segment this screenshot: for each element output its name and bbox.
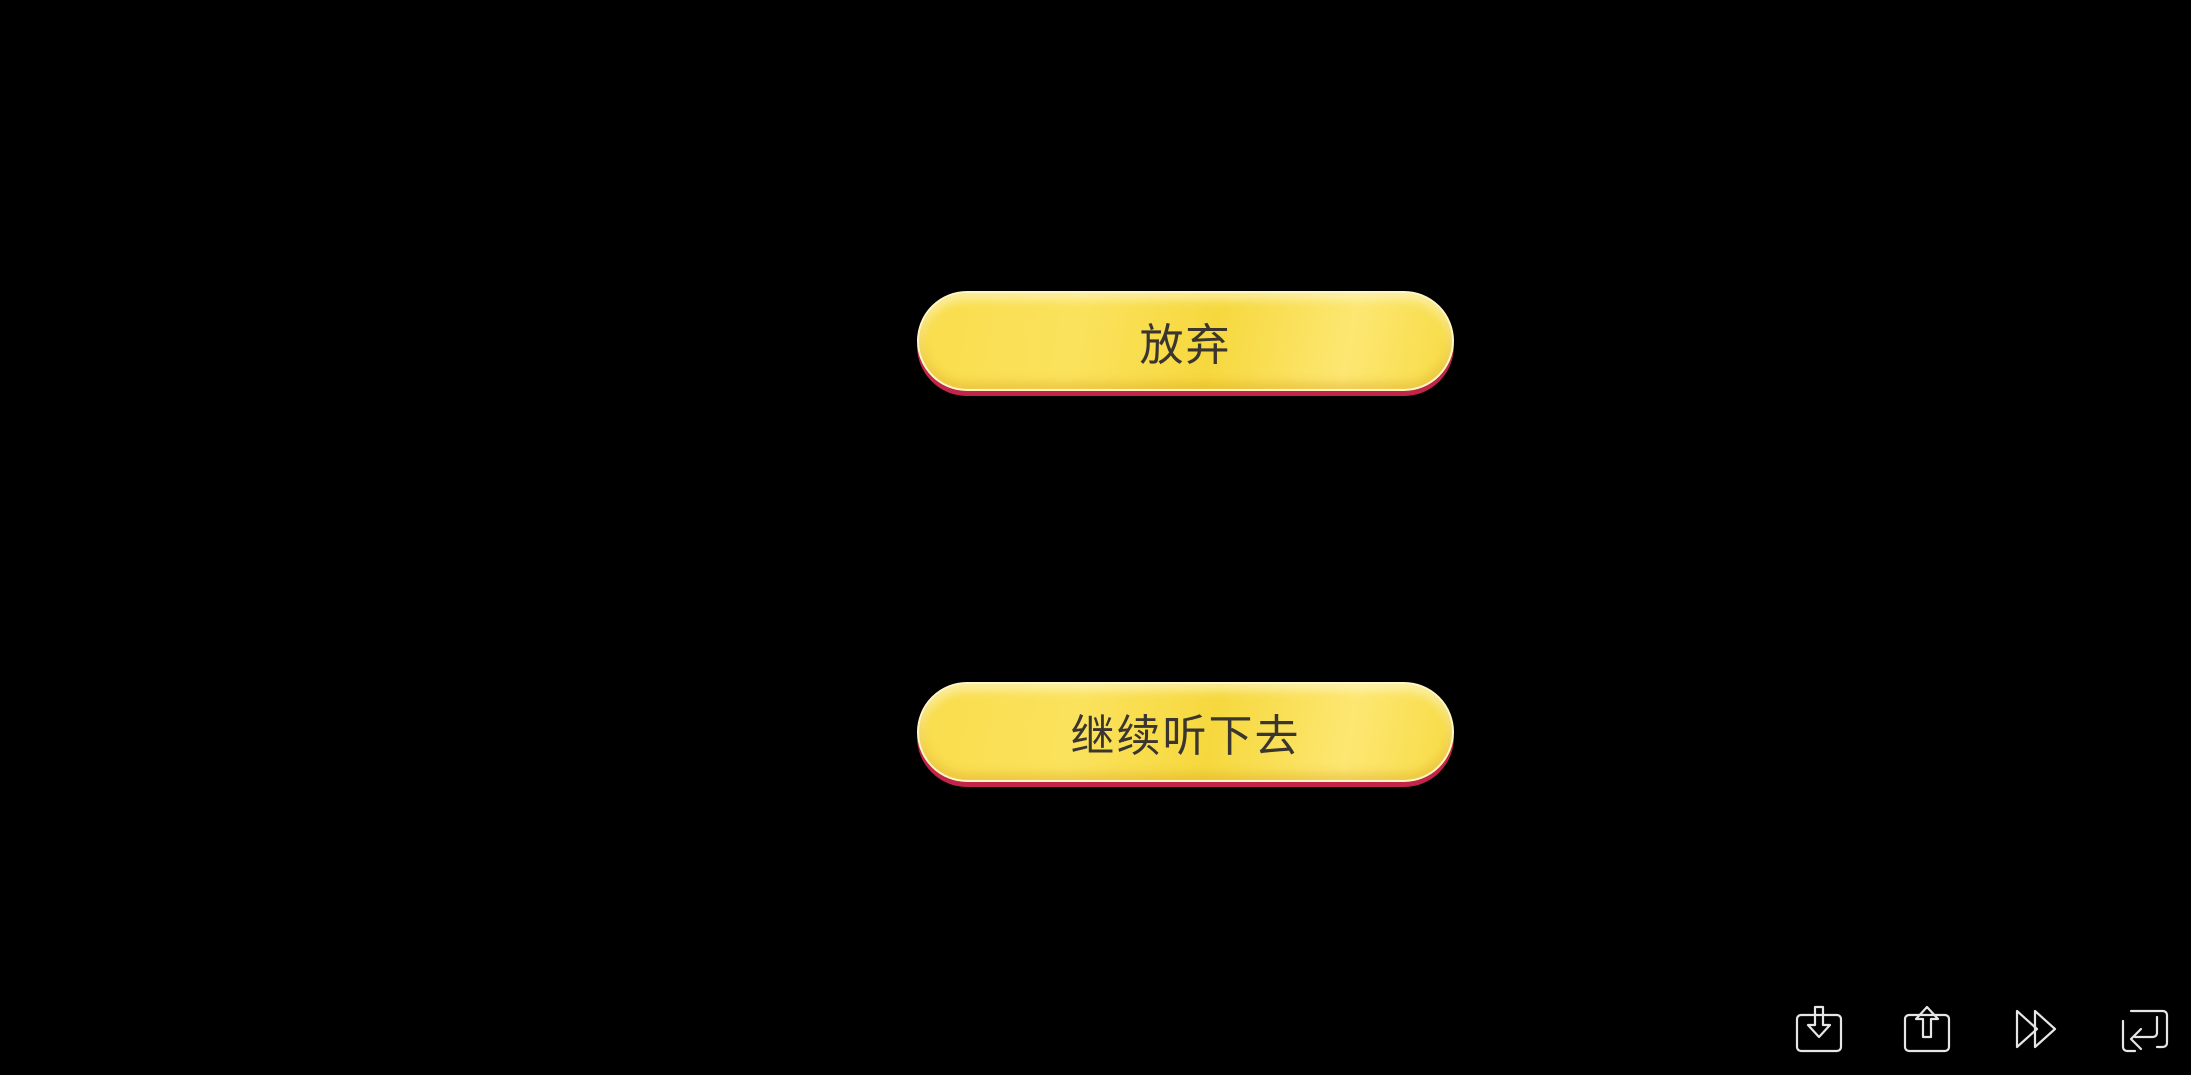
- save-icon: [1795, 1005, 1843, 1053]
- skip-icon: [2015, 1009, 2057, 1049]
- load-button[interactable]: [1899, 1003, 1955, 1055]
- auto-icon: [2121, 1009, 2169, 1053]
- save-button[interactable]: [1791, 1003, 1847, 1055]
- game-screen: 放弃 继续听下去: [0, 0, 2191, 1075]
- choice-label: 放弃: [1139, 320, 1232, 371]
- bottom-toolbar: [1771, 995, 2191, 1075]
- load-icon: [1903, 1005, 1951, 1053]
- skip-button[interactable]: [2009, 1003, 2065, 1055]
- choice-button-keep-listening[interactable]: 继续听下去: [917, 682, 1454, 782]
- choice-button-give-up[interactable]: 放弃: [917, 291, 1454, 391]
- auto-button[interactable]: [2117, 1003, 2173, 1055]
- choice-label: 继续听下去: [1070, 711, 1301, 762]
